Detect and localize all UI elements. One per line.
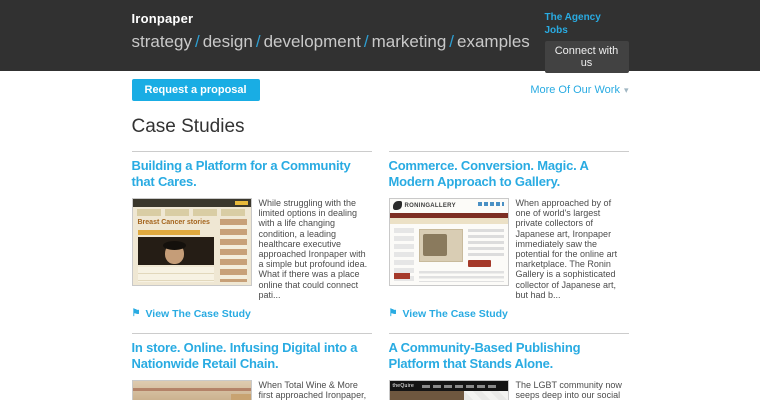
- case-study-card-retail: In store. Online. Infusing Digital into …: [132, 333, 372, 400]
- case-study-thumbnail-gallery[interactable]: RONINGALLERY: [389, 198, 509, 286]
- link-the-agency[interactable]: The Agency: [545, 11, 629, 24]
- thumb-gallery-logo-mark: [393, 201, 402, 210]
- view-case-study-link[interactable]: ⚑ View The Case Study: [389, 308, 629, 320]
- thumb-artwork-image: [419, 229, 463, 262]
- case-study-media: theQuire Welcome to theQuire The LGBT co…: [389, 380, 629, 400]
- case-study-card-healthcare: Building a Platform for a Community that…: [132, 151, 372, 320]
- nav-item-development[interactable]: development: [264, 32, 361, 51]
- case-study-excerpt: When Total Wine & More first approached …: [259, 380, 372, 400]
- request-proposal-button[interactable]: Request a proposal: [132, 79, 260, 101]
- case-study-thumbnail-publishing[interactable]: theQuire Welcome to theQuire: [389, 380, 509, 400]
- case-study-media: Breast Cancer stories While struggling w…: [132, 198, 372, 300]
- case-study-media: RONINGALLERY When approached by of one o…: [389, 198, 629, 300]
- thumb-heading: Breast Cancer stories: [138, 219, 210, 226]
- header-right: The Agency Jobs Connect with us: [545, 11, 629, 73]
- thumb-footer-text: [419, 271, 504, 282]
- thumb-site-menu: [422, 385, 496, 388]
- case-study-title[interactable]: A Community-Based Publishing Platform th…: [389, 340, 629, 372]
- toolbar: Request a proposal More Of Our Work ▾: [132, 79, 629, 101]
- thumb-site-header: theQuire: [390, 381, 508, 391]
- case-study-media: Discover When Total Wine & More first ap…: [132, 380, 372, 400]
- case-study-title[interactable]: Commerce. Conversion. Magic. A Modern Ap…: [389, 158, 629, 190]
- thumb-social-icons: [478, 202, 504, 206]
- thumb-person-face: [165, 243, 184, 264]
- nav-separator: /: [256, 32, 261, 51]
- nav-item-examples[interactable]: examples: [457, 32, 530, 51]
- nav-separator: /: [364, 32, 369, 51]
- nav-separator: /: [449, 32, 454, 51]
- thumb-product-details: [468, 229, 504, 257]
- view-case-study-link[interactable]: ⚑ View The Case Study: [132, 308, 372, 320]
- thumb-navbar: [137, 209, 247, 216]
- case-study-thumbnail-retail[interactable]: Discover: [132, 380, 252, 400]
- thumb-topbar: [133, 199, 251, 207]
- thumb-shelf-pillar: [231, 394, 251, 400]
- case-study-card-publishing: A Community-Based Publishing Platform th…: [389, 333, 629, 400]
- thumb-welcome-panel: Welcome to theQuire: [464, 391, 508, 400]
- thumb-video-player: [138, 237, 214, 265]
- case-study-excerpt: While struggling with the limited option…: [259, 198, 372, 300]
- case-study-excerpt: When approached by of one of world's lar…: [516, 198, 629, 300]
- flag-icon: ⚑: [132, 309, 141, 319]
- thumb-filter-sidebar: [394, 228, 414, 281]
- connect-with-us-button[interactable]: Connect with us: [545, 41, 629, 73]
- view-link-label: View The Case Study: [145, 308, 250, 320]
- thumb-gallery-logo-text: RONINGALLERY: [405, 203, 456, 209]
- view-link-label: View The Case Study: [402, 308, 507, 320]
- case-study-title[interactable]: In store. Online. Infusing Digital into …: [132, 340, 372, 372]
- main-content: Request a proposal More Of Our Work ▾ Cas…: [132, 79, 629, 400]
- case-study-card-gallery: Commerce. Conversion. Magic. A Modern Ap…: [389, 151, 629, 320]
- thumb-ceiling-beam: [133, 388, 251, 391]
- case-study-excerpt: The LGBT community now seeps deep into o…: [516, 380, 629, 400]
- case-study-thumbnail-healthcare[interactable]: Breast Cancer stories: [132, 198, 252, 286]
- thumb-sidebar-list: [220, 219, 247, 282]
- nav-separator: /: [195, 32, 200, 51]
- more-of-our-work-link[interactable]: More Of Our Work ▾: [530, 84, 628, 96]
- site-header: Ironpaper strategy/design/development/ma…: [0, 0, 760, 71]
- thumb-site-logo: theQuire: [393, 383, 415, 389]
- thumb-sub-label: [138, 230, 200, 235]
- nav-item-design[interactable]: design: [203, 32, 253, 51]
- nav-item-strategy[interactable]: strategy: [132, 32, 192, 51]
- thumb-banner-strip: [390, 218, 508, 224]
- link-jobs[interactable]: Jobs: [545, 24, 629, 37]
- flag-icon: ⚑: [389, 309, 398, 319]
- case-studies-grid: Building a Platform for a Community that…: [132, 151, 629, 400]
- thumb-comments-list: [138, 267, 214, 282]
- chevron-down-icon: ▾: [624, 85, 629, 95]
- case-study-title[interactable]: Building a Platform for a Community that…: [132, 158, 372, 190]
- thumb-view-detail-button: [468, 260, 491, 267]
- page-title: Case Studies: [132, 116, 629, 138]
- thumb-group-photo: [390, 391, 464, 400]
- nav-item-marketing[interactable]: marketing: [372, 32, 447, 51]
- more-of-our-work-label: More Of Our Work: [530, 84, 620, 96]
